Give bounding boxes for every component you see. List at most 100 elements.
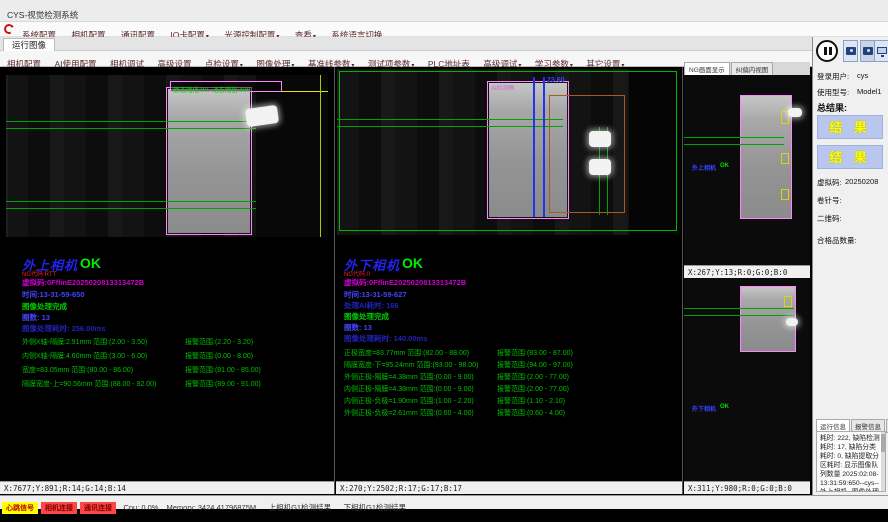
middle-virtual-code: 虚拟码:0FflinE2025020813313472B [344, 277, 466, 288]
camera-lens-icon [867, 49, 870, 52]
qualified-qty-label: 合格品数量: [817, 235, 857, 246]
thumb-tab-strip: NG画面显示纠偏内视图细抓内视图 [684, 62, 810, 75]
left-process-done: 图像处理完成 [22, 301, 67, 312]
app-logo-icon [3, 23, 16, 36]
thumb-bottom-coordinates: X:311;Y:980;R:0;G:0;B:0 [684, 481, 810, 494]
camera-connection-badge: 相机连接 [41, 502, 77, 514]
measurement-row: 正极宽度=83.77mm 范围:(82.00 - 88.00) [344, 348, 469, 358]
baseline-line [6, 128, 256, 129]
middle-ai-time: 处理AI耗时: 166 [344, 300, 399, 311]
thumb-bottom-camera-label: 外下相机 [692, 404, 716, 413]
middle-turns: 圈数: 13 [344, 322, 372, 333]
thumbnail-bottom-view[interactable]: 外下相机 OK [684, 278, 810, 481]
roi-box-orange [549, 95, 625, 213]
left-process-time: 图像处理耗时: 256.00ms [22, 323, 105, 334]
baseline-line [6, 121, 256, 122]
defect-marker-box [784, 296, 792, 307]
middle-process-time: 图像处理耗时: 140.00ms [344, 333, 427, 344]
model-value: Model1 [857, 87, 882, 96]
panel-divider [682, 67, 683, 494]
cpu-usage: Cpu: 0.0% [123, 503, 158, 512]
measure-line-blue [533, 77, 535, 217]
left-time: 时间:13-31-59-650 [22, 289, 85, 300]
thumb-top-ok-label: OK [720, 163, 729, 169]
middle-process-done: 图像处理完成 [344, 311, 389, 322]
baseline-line [6, 201, 256, 202]
login-user-value: cys [857, 71, 868, 80]
tab-run-image[interactable]: 运行图像 [3, 38, 55, 51]
status-bar: 心跳信号相机连接通讯连接 Cpu: 0.0%Memory: 3424.41796… [0, 495, 888, 509]
control-panel: 登录用户: cys 使用型号: Model1 总结果: 结 果 结 果 虚拟码:… [812, 37, 888, 495]
alarm-range: 报警范围:(2.00 - 77.00) [497, 372, 569, 382]
virtual-code-value: 20250208 [845, 177, 878, 186]
threshold-label: 静态阈值:93, 动态阈值:100 [173, 84, 250, 94]
lower-camera-result-link[interactable]: 下相机G1检测结果 [344, 503, 407, 512]
baseline-line [684, 308, 794, 309]
menu-bar: 系统配置 相机配置 通讯配置 IO卡配置▾ 光源控制配置▾ 查看▾ 系统语言切换 [0, 22, 888, 37]
alarm-range: 报警范围:(0.60 - 4.00) [497, 408, 565, 418]
middle-coordinates-bar: X:270;Y:2502;R:17;G:17;B:17 [336, 481, 682, 494]
pause-button[interactable] [816, 40, 838, 62]
total-result-label: 总结果: [817, 101, 847, 114]
log-text-area[interactable]: 耗时: 222, 缺陷检测耗时: 17, 缺陷分类耗时: 0, 缺陷提取分区耗时… [816, 431, 886, 492]
bright-object [589, 159, 611, 175]
measurement-row: 外侧X轴-隔膜:2.91mm 范围:(2.00 - 3.50) [22, 337, 147, 347]
bright-object [786, 318, 798, 326]
baseline-line [684, 144, 784, 145]
baseline-line [337, 119, 563, 120]
middle-time: 时间:13-31-59-627 [344, 289, 407, 300]
left-turns: 圈数: 13 [22, 312, 50, 323]
left-camera-view[interactable]: 静态阈值:93, 动态阈值:100 [6, 75, 328, 237]
result-box-2: 结 果 [817, 145, 883, 169]
bright-object [788, 108, 802, 117]
measurement-row: 隔膜宽度-下=95.24mm 范围:(93.00 - 98.00) [344, 360, 478, 370]
measurement-row: 宽度=83.05mm 范围:(80.00 - 86.00) [22, 365, 133, 375]
log-text: 耗时: 222, 缺陷检测耗时: 17, 缺陷分类耗时: 0, 缺陷提取分区耗时… [820, 435, 880, 492]
measurement-row: 内侧正极-负极=1.90mm 范围:(1.00 - 2.20) [344, 396, 474, 406]
baseline-line [337, 126, 563, 127]
thumb-tab-correction-view[interactable]: 纠偏内视图 [731, 62, 774, 75]
left-virtual-code: 虚拟码:0FflinE2025020813313472B [22, 277, 144, 288]
middle-result-ok: OK [402, 255, 423, 271]
measure-value-label: 23.60 [547, 77, 565, 84]
middle-camera-view[interactable]: AI检测框 23.60 [337, 69, 681, 235]
alarm-range: 报警范围:(0.00 - 8.00) [185, 351, 253, 361]
ai-box-label: AI检测框 [491, 83, 515, 92]
camera-capture-button[interactable] [843, 40, 858, 62]
thumb-top-camera-label: 外上相机 [692, 163, 716, 172]
measurement-row: 内侧正极-隔膜=4.38mm 范围:(0.00 - 9.00) [344, 384, 474, 394]
baseline-line [684, 315, 794, 316]
alarm-range: 报警范围:(89.00 - 91.00) [185, 379, 261, 389]
pause-icon [829, 47, 832, 55]
thumbnail-top-view[interactable]: 外上相机 OK [684, 75, 810, 265]
upper-camera-result-link[interactable]: 上相机G1检测结果 [269, 503, 332, 512]
defect-marker-box [781, 153, 789, 164]
vertical-marker-line [320, 75, 321, 237]
alarm-range: 报警范围:(83.00 - 87.00) [497, 348, 573, 358]
thumb-top-coordinates: X:267;Y:13;R:0;G:0;B:0 [684, 265, 810, 278]
camera-secondary-button[interactable] [860, 40, 875, 62]
left-result-ok: OK [80, 255, 101, 271]
baseline-line [684, 137, 784, 138]
model-label: 使用型号: [817, 87, 849, 98]
monitor-icon [877, 47, 887, 54]
baseline-line [6, 208, 256, 209]
app-window: CYS-视觉检测系统 系统配置 相机配置 通讯配置 IO卡配置▾ 光源控制配置▾… [0, 0, 888, 522]
measurement-row: 外侧正极-隔膜=4.38mm 范围:(0.00 - 9.00) [344, 372, 474, 382]
measurement-row: 外侧正极-负极=2.61mm 范围:(0.60 - 4.00) [344, 408, 474, 418]
alarm-range: 报警范围:(1.10 - 2.10) [497, 396, 565, 406]
measurement-row: 内侧X轴-隔膜:4.60mm 范围:(3.00 - 6.00) [22, 351, 147, 361]
log-scrollbar[interactable] [881, 432, 885, 491]
alarm-range: 报警范围:(2.00 - 77.00) [497, 384, 569, 394]
left-coordinates-bar: X:7677;Y:891;R:14;G:14;B:14 [0, 481, 334, 494]
status-bar-content: 心跳信号相机连接通讯连接 Cpu: 0.0%Memory: 3424.41796… [2, 497, 414, 515]
thumb-bottom-ok-label: OK [720, 404, 729, 410]
result-box-1: 结 果 [817, 115, 883, 139]
scrollbar-thumb[interactable] [881, 434, 885, 452]
thumb-tab-ng-display[interactable]: NG画面显示 [684, 62, 730, 75]
window-title: CYS-视觉检测系统 [7, 9, 78, 21]
defect-marker-box [781, 189, 789, 200]
panel-divider [334, 67, 335, 494]
alarm-range: 报警范围:(2.20 - 3.20) [185, 337, 253, 347]
monitor-button[interactable] [874, 40, 888, 62]
